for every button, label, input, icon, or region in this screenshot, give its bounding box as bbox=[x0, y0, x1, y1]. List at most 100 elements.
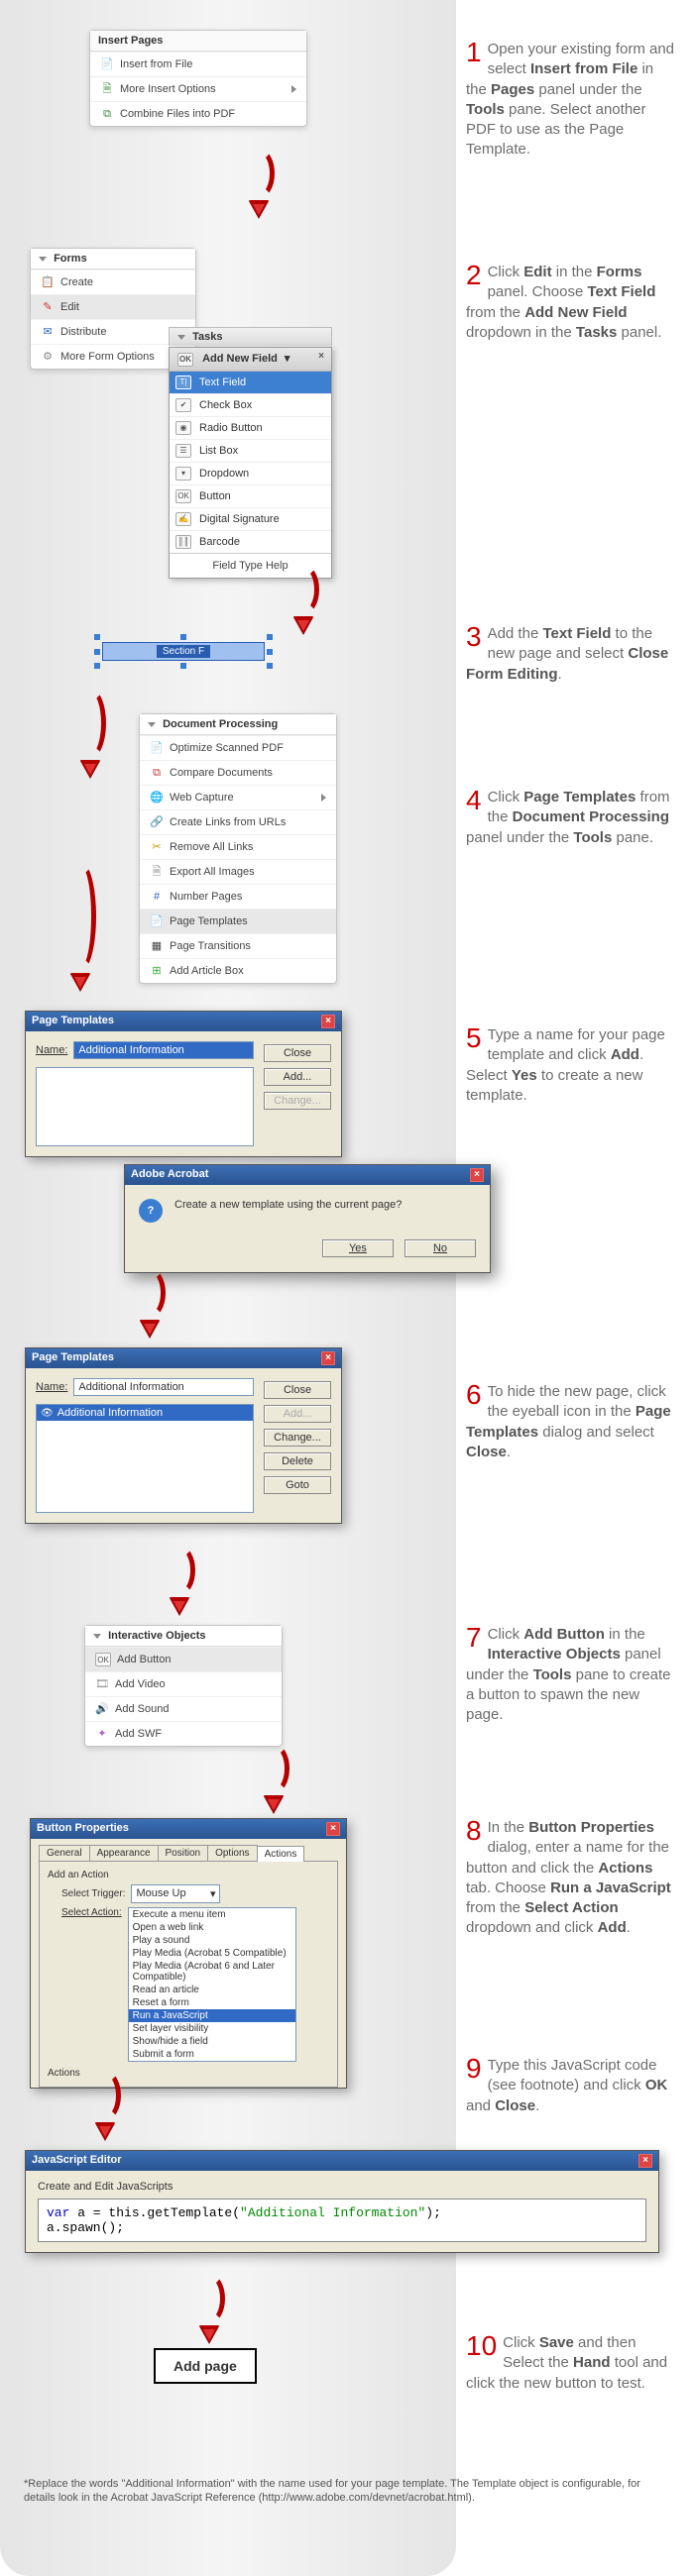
step-8: 8 In the Button Properties dialog, enter… bbox=[466, 1818, 674, 1939]
field-type-barcode[interactable]: ║║ Barcode bbox=[170, 530, 331, 553]
step-text: Type this JavaScript code (see footnote)… bbox=[488, 2057, 657, 2093]
page-plus-icon: 📄 bbox=[100, 57, 114, 71]
dp-articlebox[interactable]: ⊞Add Article Box bbox=[140, 958, 336, 983]
step-text: Add the bbox=[488, 625, 543, 642]
tab-appearance[interactable]: Appearance bbox=[89, 1845, 159, 1861]
step-text: panel. Choose bbox=[488, 283, 588, 300]
step-bold: Hand bbox=[573, 2354, 611, 2371]
template-name-input[interactable]: Additional Information bbox=[73, 1378, 254, 1396]
dp-optimize[interactable]: 📄Optimize Scanned PDF bbox=[140, 735, 336, 760]
menu-item-insert-from-file[interactable]: 📄 Insert from File bbox=[90, 52, 306, 76]
dp-pagetransitions[interactable]: ▦Page Transitions bbox=[140, 933, 336, 958]
list-item[interactable]: Open a web link bbox=[129, 1921, 295, 1934]
tab-actions[interactable]: Actions bbox=[257, 1846, 305, 1862]
unlink-icon: ✂ bbox=[150, 840, 164, 854]
question-icon: ? bbox=[139, 1199, 163, 1223]
step-bold: Forms bbox=[597, 264, 642, 280]
close-icon[interactable]: × bbox=[315, 351, 327, 363]
goto-button[interactable]: Goto bbox=[264, 1476, 331, 1494]
step-bold: Actions bbox=[598, 1860, 652, 1877]
step-bold: Text Field bbox=[542, 625, 611, 642]
close-icon[interactable]: × bbox=[638, 2154, 652, 2168]
close-icon[interactable]: × bbox=[470, 1168, 484, 1182]
dropdown-icon: ▾ bbox=[175, 467, 191, 481]
template-list[interactable]: 👁 Additional Information bbox=[36, 1404, 254, 1513]
dp-exportimages[interactable]: 🗎Export All Images bbox=[140, 859, 336, 884]
field-type-listbox[interactable]: ☰ List Box bbox=[170, 439, 331, 462]
list-item[interactable]: Play Media (Acrobat 5 Compatible) bbox=[129, 1947, 295, 1960]
field-type-text[interactable]: T| Text Field bbox=[170, 372, 331, 393]
step-bold: Run a JavaScript bbox=[550, 1879, 671, 1896]
trigger-select[interactable]: Mouse Up▾ bbox=[131, 1884, 220, 1903]
field-type-radio[interactable]: ◉ Radio Button bbox=[170, 416, 331, 439]
io-add-swf[interactable]: ✦Add SWF bbox=[85, 1721, 282, 1746]
tab-position[interactable]: Position bbox=[158, 1845, 209, 1861]
forms-create[interactable]: 📋 Create bbox=[31, 269, 195, 294]
field-type-signature[interactable]: ✍ Digital Signature bbox=[170, 507, 331, 530]
forms-edit[interactable]: ✎ Edit bbox=[31, 294, 195, 319]
form-text-field[interactable]: Section F bbox=[94, 634, 273, 669]
step-text: . bbox=[507, 1444, 511, 1460]
list-item[interactable]: Play a sound bbox=[129, 1934, 295, 1947]
collapse-icon[interactable] bbox=[177, 335, 185, 340]
close-icon[interactable]: × bbox=[321, 1015, 335, 1028]
list-item[interactable]: Read an article bbox=[129, 1984, 295, 1996]
list-item[interactable]: Reset a form bbox=[129, 1996, 295, 2009]
close-icon[interactable]: × bbox=[321, 1351, 335, 1365]
list-item-selected[interactable]: Run a JavaScript bbox=[129, 2009, 295, 2022]
menu-label: Add Video bbox=[115, 1678, 166, 1690]
field-type-dropdown[interactable]: ▾ Dropdown bbox=[170, 462, 331, 484]
list-item[interactable]: Submit a form bbox=[129, 2048, 295, 2061]
field-type-button[interactable]: OK Button bbox=[170, 484, 331, 507]
dp-pagetemplates[interactable]: 📄Page Templates bbox=[140, 909, 336, 933]
tab-general[interactable]: General bbox=[39, 1845, 90, 1861]
no-button[interactable]: No bbox=[405, 1239, 476, 1257]
yes-button[interactable]: Yes bbox=[322, 1239, 394, 1257]
page-templates-dialog-2: Page Templates × Name: Additional Inform… bbox=[25, 1347, 342, 1524]
menu-item-more-insert[interactable]: 🗎 More Insert Options bbox=[90, 76, 306, 101]
code-editor[interactable]: var a = this.getTemplate("Additional Inf… bbox=[38, 2199, 646, 2242]
menu-title-label: Add New Field bbox=[202, 353, 278, 365]
step-text: In the bbox=[488, 1819, 529, 1836]
delete-button[interactable]: Delete bbox=[264, 1452, 331, 1470]
io-add-video[interactable]: 🎞 Add Video bbox=[85, 1671, 282, 1696]
template-list-item[interactable]: 👁 Additional Information bbox=[37, 1405, 253, 1421]
dp-webcapture[interactable]: 🌐Web Capture bbox=[140, 785, 336, 809]
dp-removelinks[interactable]: ✂Remove All Links bbox=[140, 834, 336, 859]
collapse-icon[interactable] bbox=[93, 1634, 101, 1639]
dp-createlinks[interactable]: 🔗Create Links from URLs bbox=[140, 809, 336, 834]
collapse-icon[interactable] bbox=[148, 722, 156, 727]
step-4: 4 Click Page Templates from the Document… bbox=[466, 788, 674, 848]
video-icon: 🎞 bbox=[95, 1677, 109, 1691]
transitions-icon: ▦ bbox=[150, 939, 164, 953]
add-page-button[interactable]: Add page bbox=[154, 2348, 257, 2384]
panel-title: Forms bbox=[54, 253, 87, 265]
close-icon[interactable]: × bbox=[326, 1822, 340, 1836]
tab-options[interactable]: Options bbox=[207, 1845, 257, 1861]
step-text: . bbox=[535, 2097, 539, 2114]
menu-item-combine[interactable]: ⧉ Combine Files into PDF bbox=[90, 101, 306, 126]
field-type-checkbox[interactable]: ✔ Check Box bbox=[170, 393, 331, 416]
list-item[interactable]: Execute a menu item bbox=[129, 1908, 295, 1921]
eyeball-icon[interactable]: 👁 bbox=[41, 1408, 54, 1419]
list-item[interactable]: Show/hide a field bbox=[129, 2035, 295, 2048]
action-select[interactable]: Execute a menu item Open a web link Play… bbox=[128, 1907, 296, 2062]
template-list[interactable] bbox=[36, 1067, 254, 1146]
io-add-sound[interactable]: 🔊Add Sound bbox=[85, 1696, 282, 1721]
step-bold: Close bbox=[495, 2097, 535, 2114]
list-item[interactable]: Set layer visibility bbox=[129, 2022, 295, 2035]
change-button[interactable]: Change... bbox=[264, 1429, 331, 1447]
menu-header[interactable]: OK Add New Field ▾ × bbox=[170, 348, 331, 372]
template-name-input[interactable]: Additional Information bbox=[73, 1041, 254, 1059]
add-button[interactable]: Add... bbox=[264, 1068, 331, 1086]
dp-numberpages[interactable]: #Number Pages bbox=[140, 884, 336, 909]
close-button[interactable]: Close bbox=[264, 1044, 331, 1062]
list-item[interactable]: Play Media (Acrobat 6 and Later Compatib… bbox=[129, 1960, 295, 1984]
close-button[interactable]: Close bbox=[264, 1381, 331, 1399]
dp-compare[interactable]: ⧉Compare Documents bbox=[140, 760, 336, 785]
name-label: Name: bbox=[36, 1381, 67, 1393]
collapse-icon[interactable] bbox=[39, 257, 47, 262]
io-add-button[interactable]: OKAdd Button bbox=[85, 1647, 282, 1671]
step-text: . bbox=[627, 1919, 631, 1936]
step-text: . bbox=[558, 666, 562, 683]
